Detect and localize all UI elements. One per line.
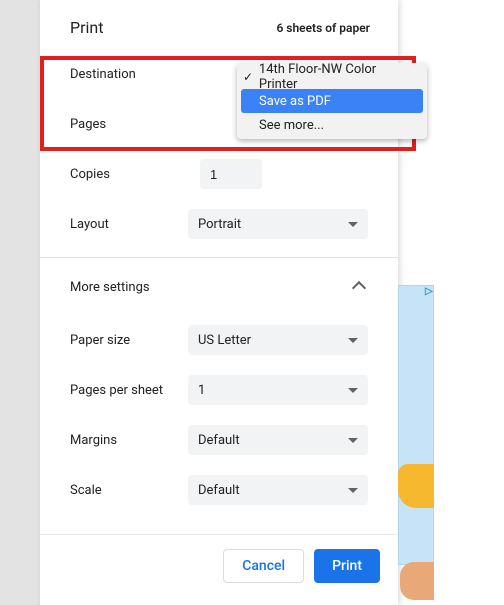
paper-size-value: US Letter bbox=[198, 333, 251, 348]
layout-value: Portrait bbox=[198, 217, 241, 232]
print-button[interactable]: Print bbox=[314, 549, 380, 583]
chevron-down-icon bbox=[348, 338, 358, 343]
paper-size-select[interactable]: US Letter bbox=[188, 325, 368, 355]
print-label: Print bbox=[332, 558, 362, 574]
margins-label: Margins bbox=[70, 433, 188, 448]
scale-row: Scale Default bbox=[70, 465, 368, 515]
ad-icon: ▷ bbox=[425, 286, 433, 297]
sheet-count: 6 sheets of paper bbox=[276, 21, 370, 35]
pages-per-sheet-value: 1 bbox=[198, 383, 205, 398]
margins-value: Default bbox=[198, 433, 240, 448]
chevron-up-icon bbox=[352, 280, 366, 294]
scale-value: Default bbox=[198, 483, 240, 498]
scale-select[interactable]: Default bbox=[188, 475, 368, 505]
chevron-down-icon bbox=[348, 488, 358, 493]
destination-option-label: 14th Floor-NW Color Printer bbox=[259, 62, 417, 92]
layout-row: Layout Portrait bbox=[70, 199, 368, 249]
chevron-down-icon bbox=[348, 388, 358, 393]
dialog-footer: Cancel Print bbox=[40, 534, 398, 605]
destination-option-printer[interactable]: ✓ 14th Floor-NW Color Printer bbox=[237, 65, 427, 89]
dialog-header: Print 6 sheets of paper bbox=[40, 0, 398, 49]
copies-row: Copies bbox=[70, 149, 368, 199]
margins-row: Margins Default bbox=[70, 415, 368, 465]
pages-label: Pages bbox=[70, 117, 200, 132]
destination-option-label: Save as PDF bbox=[259, 94, 331, 109]
paper-size-label: Paper size bbox=[70, 333, 188, 348]
scale-label: Scale bbox=[70, 483, 188, 498]
checkmark-icon: ✓ bbox=[243, 70, 259, 84]
layout-label: Layout bbox=[70, 217, 188, 232]
margins-select[interactable]: Default bbox=[188, 425, 368, 455]
destination-label: Destination bbox=[70, 67, 200, 82]
paper-size-row: Paper size US Letter bbox=[70, 315, 368, 365]
page-preview bbox=[398, 285, 434, 565]
cancel-button[interactable]: Cancel bbox=[223, 549, 304, 583]
preview-content bbox=[400, 562, 434, 600]
destination-option-label: See more... bbox=[259, 118, 324, 133]
preview-content bbox=[398, 464, 434, 508]
pages-per-sheet-row: Pages per sheet 1 bbox=[70, 365, 368, 415]
chevron-down-icon bbox=[348, 222, 358, 227]
dialog-title: Print bbox=[70, 18, 103, 37]
copies-input[interactable] bbox=[200, 159, 262, 189]
pages-per-sheet-label: Pages per sheet bbox=[70, 383, 188, 398]
destination-option-see-more[interactable]: See more... bbox=[237, 113, 427, 137]
layout-select[interactable]: Portrait bbox=[188, 209, 368, 239]
more-settings-label: More settings bbox=[70, 280, 150, 295]
destination-dropdown: ✓ 14th Floor-NW Color Printer Save as PD… bbox=[237, 63, 427, 139]
cancel-label: Cancel bbox=[242, 558, 285, 574]
preview-gutter bbox=[0, 0, 40, 605]
copies-label: Copies bbox=[70, 167, 200, 182]
more-settings-toggle[interactable]: More settings bbox=[40, 258, 398, 315]
destination-option-save-pdf[interactable]: Save as PDF bbox=[241, 89, 423, 113]
pages-per-sheet-select[interactable]: 1 bbox=[188, 375, 368, 405]
chevron-down-icon bbox=[348, 438, 358, 443]
